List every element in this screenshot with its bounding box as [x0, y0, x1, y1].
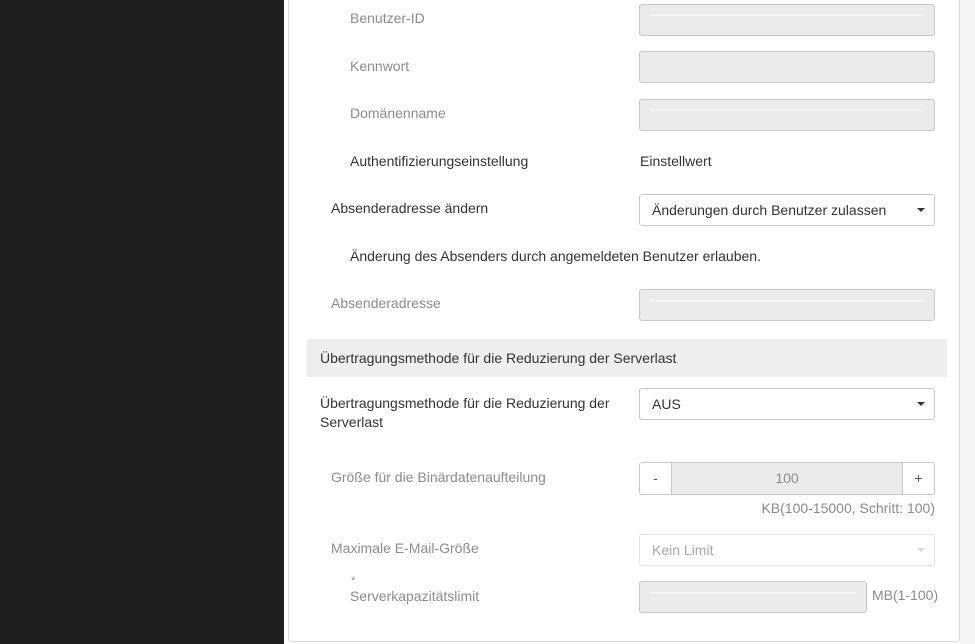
chevron-down-icon: [917, 548, 925, 552]
user-id-field[interactable]: [639, 4, 935, 36]
left-dark-panel: [0, 0, 284, 644]
transfer-method-label-line1: Übertragungsmethode für die Reduzierung …: [320, 395, 610, 411]
password-label: Kennwort: [350, 58, 410, 74]
server-limit-unit: MB(1-100): [872, 587, 939, 603]
auth-setting-label: Authentifizierungseinstellung: [350, 153, 529, 169]
auth-setting-value: Einstellwert: [640, 153, 712, 169]
transfer-method-select-value: AUS: [652, 396, 681, 412]
max-mail-size-select[interactable]: Kein Limit: [639, 534, 935, 566]
server-limit-label: Serverkapazitätslimit: [350, 588, 480, 604]
chevron-down-icon: [917, 208, 925, 212]
domain-field[interactable]: [639, 99, 935, 131]
change-sender-note: Änderung des Absenders durch angemeldete…: [350, 248, 761, 264]
field-inner-line: [650, 15, 924, 16]
split-size-stepper: - 100 +: [639, 462, 935, 495]
sender-address-label: Absenderadresse: [331, 295, 441, 311]
change-sender-select[interactable]: Änderungen durch Benutzer zulassen: [639, 194, 935, 226]
server-limit-field[interactable]: [639, 581, 867, 613]
user-id-label: Benutzer-ID: [350, 10, 425, 26]
field-inner-line: [650, 300, 924, 301]
password-field[interactable]: [639, 51, 935, 83]
field-inner-line: [650, 110, 924, 111]
split-size-label: Größe für die Binärdatenaufteilung: [331, 469, 546, 485]
required-asterisk: *: [351, 575, 356, 587]
field-inner-line: [650, 592, 856, 593]
max-mail-size-label: Maximale E-Mail-Größe: [331, 540, 479, 556]
decrement-button[interactable]: -: [640, 463, 672, 494]
domain-label: Domänenname: [350, 105, 446, 121]
right-edge: [960, 0, 975, 644]
split-size-value[interactable]: 100: [672, 463, 902, 494]
change-sender-label: Absenderadresse ändern: [331, 200, 489, 216]
sender-address-field[interactable]: [639, 289, 935, 321]
increment-button[interactable]: +: [902, 463, 934, 494]
split-size-hint: KB(100-15000, Schritt: 100): [761, 500, 935, 516]
chevron-down-icon: [917, 402, 925, 406]
change-sender-select-value: Änderungen durch Benutzer zulassen: [652, 202, 887, 218]
max-mail-size-select-value: Kein Limit: [652, 542, 714, 558]
transfer-method-label-line2: Serverlast: [320, 414, 384, 430]
section-header: Übertragungsmethode für die Reduzierung …: [307, 339, 947, 377]
transfer-method-select[interactable]: AUS: [639, 388, 935, 420]
